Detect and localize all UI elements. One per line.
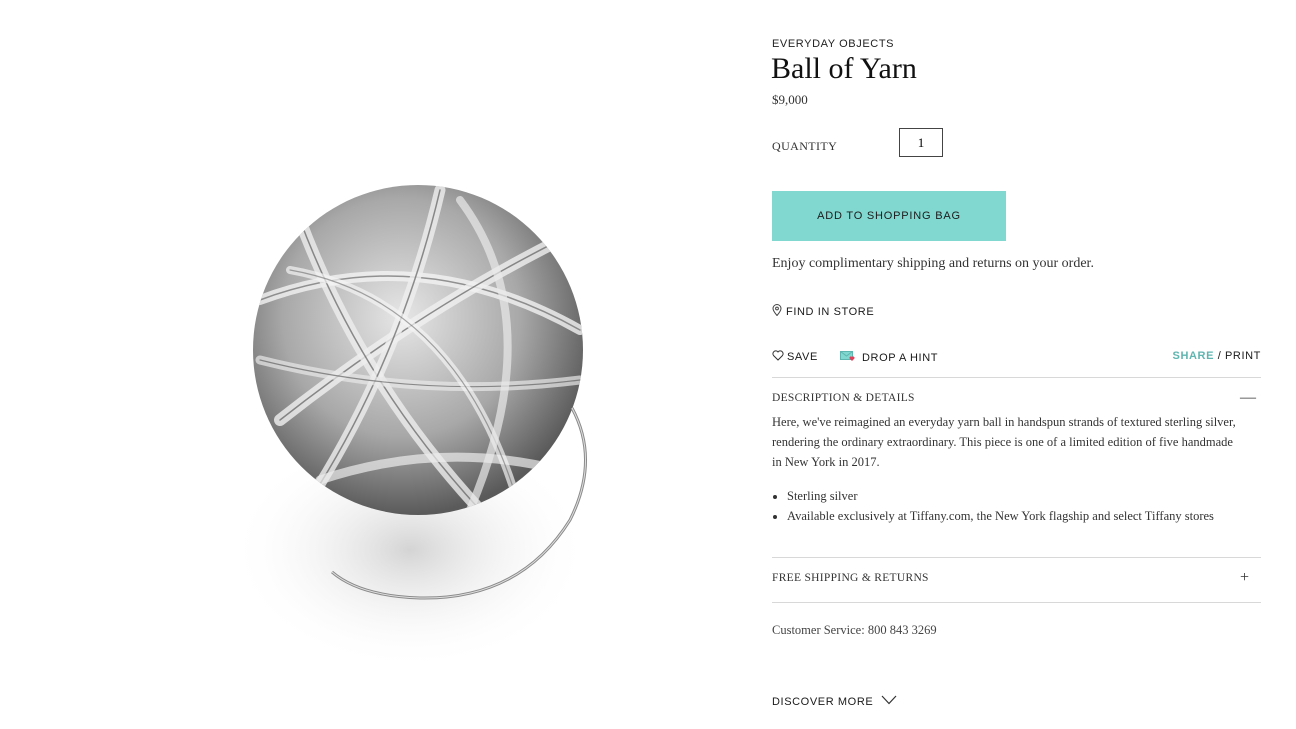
find-in-store-link[interactable]: FIND IN STORE [772, 304, 874, 319]
description-text: Here, we've reimagined an everyday yarn … [772, 415, 1236, 469]
chevron-down-icon [881, 695, 897, 708]
list-item: Available exclusively at Tiffany.com, th… [787, 506, 1214, 526]
list-item: Sterling silver [787, 486, 1214, 506]
discover-more-label: DISCOVER MORE [772, 695, 874, 708]
collapse-icon[interactable]: — [1240, 389, 1256, 407]
product-title: Ball of Yarn [771, 52, 917, 85]
quantity-label: QUANTITY [772, 139, 838, 153]
location-pin-icon [772, 304, 782, 319]
discover-more-button[interactable]: DISCOVER MORE [772, 695, 897, 708]
description-details-header[interactable]: DESCRIPTION & DETAILS [772, 392, 915, 404]
save-button[interactable]: SAVE [772, 350, 818, 364]
divider [772, 557, 1261, 558]
print-link[interactable]: PRINT [1225, 350, 1261, 362]
share-link[interactable]: SHARE [1173, 350, 1215, 362]
expand-icon[interactable]: + [1240, 569, 1249, 587]
details-list: Sterling silver Available exclusively at… [772, 486, 1214, 526]
add-to-shopping-bag-button[interactable]: ADD TO SHOPPING BAG [772, 191, 1006, 241]
customer-service: Customer Service: 800 843 3269 [772, 623, 937, 637]
shipping-note: Enjoy complimentary shipping and returns… [772, 256, 1094, 271]
envelope-heart-icon [840, 350, 856, 365]
drop-a-hint-button[interactable]: DROP A HINT [840, 350, 938, 365]
free-shipping-returns-header[interactable]: FREE SHIPPING & RETURNS [772, 572, 929, 584]
product-image [220, 180, 610, 670]
find-in-store-label: FIND IN STORE [786, 305, 875, 318]
heart-icon [772, 350, 784, 364]
divider [772, 602, 1261, 603]
share-print: SHARE / PRINT [1173, 350, 1261, 362]
product-category: EVERYDAY OBJECTS [772, 38, 895, 50]
share-print-separator: / [1217, 350, 1222, 362]
product-price: $9,000 [772, 92, 808, 107]
quantity-input[interactable] [899, 128, 943, 157]
drop-a-hint-label: DROP A HINT [862, 351, 939, 364]
save-label: SAVE [787, 351, 818, 363]
divider [772, 377, 1261, 378]
